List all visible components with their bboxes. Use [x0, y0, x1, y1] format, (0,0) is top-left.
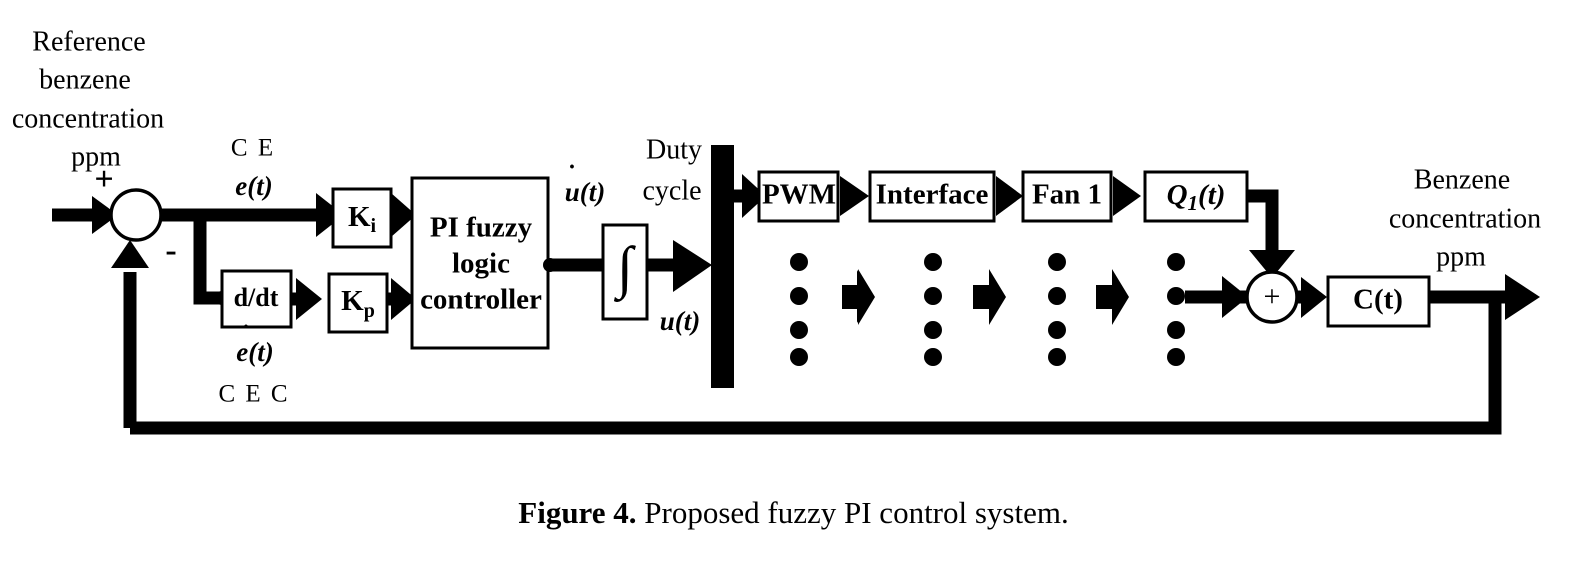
- integrator-to-bus-arrow: [647, 240, 712, 292]
- block-derivative-label: d/dt: [234, 283, 279, 312]
- error-rate-dot-accent: ˙: [242, 320, 251, 349]
- ellipsis-column-3: [1048, 253, 1066, 366]
- ellipsis-to-adder-line: [1185, 276, 1248, 318]
- fan-to-flow-arrow: [1113, 176, 1141, 216]
- adder-to-ct-arrow: [1297, 277, 1327, 318]
- summing-junction: [109, 188, 163, 242]
- duty-cycle-bus-bar: [711, 145, 734, 388]
- flow-to-adder-path: [1247, 189, 1295, 278]
- output-label-line1: Benzene: [1414, 164, 1510, 195]
- input-label-line2: benzene: [39, 64, 131, 95]
- input-label-line1: Reference: [32, 26, 145, 57]
- block-interface-label: Interface: [876, 179, 989, 211]
- sum-plus-sign: +: [94, 161, 113, 198]
- label-cec: C E C: [218, 381, 289, 408]
- ellipsis-arrow-3: [1096, 269, 1129, 325]
- controller-to-integrator-line: [543, 258, 603, 272]
- feedback-arrow-into-sum: [111, 240, 149, 428]
- ellipsis-column-2: [924, 253, 942, 366]
- label-u-signal: u(t): [660, 306, 701, 336]
- controller-label-line2: logic: [452, 248, 510, 280]
- label-duty-line2: cycle: [642, 175, 701, 206]
- ddt-to-kp-arrow: [291, 278, 322, 320]
- input-signal-arrow: [52, 196, 118, 234]
- output-label-line2: concentration: [1389, 203, 1541, 234]
- ellipsis-column-4: [1167, 253, 1185, 366]
- interface-to-fan-arrow: [996, 176, 1023, 216]
- figure-caption-text: Proposed fuzzy PI control system.: [636, 495, 1069, 530]
- output-signal-arrow: [1429, 274, 1540, 320]
- sum-minus-sign: -: [165, 232, 176, 269]
- block-pwm-label: PWM: [762, 179, 836, 211]
- ellipsis-arrow-1: [842, 269, 875, 325]
- block-ct-label: C(t): [1353, 284, 1403, 316]
- ellipsis-column-1: [790, 253, 808, 366]
- figure-caption: Figure 4. Proposed fuzzy PI control syst…: [0, 495, 1587, 531]
- adder-plus-sign: +: [1264, 280, 1281, 313]
- input-label-line3: concentration: [12, 103, 164, 134]
- label-ce: C E: [231, 135, 275, 162]
- figure-container: Ki d/dt Kp PI fuzzy logic controller ∫ P…: [0, 0, 1587, 585]
- pwm-to-interface-arrow: [840, 176, 869, 216]
- figure-caption-label: Figure 4.: [518, 495, 637, 530]
- output-label-ppm: ppm: [1436, 241, 1486, 272]
- block-fan-1-label: Fan 1: [1032, 179, 1102, 211]
- controller-label-line1: PI fuzzy: [430, 212, 533, 244]
- controller-label-line3: controller: [420, 284, 542, 316]
- u-dot-accent: ˙: [568, 160, 577, 189]
- label-error-signal: e(t): [235, 171, 272, 201]
- integrator-symbol: ∫: [613, 234, 636, 302]
- ellipsis-arrow-2: [973, 269, 1006, 325]
- label-duty-line1: Duty: [646, 134, 702, 165]
